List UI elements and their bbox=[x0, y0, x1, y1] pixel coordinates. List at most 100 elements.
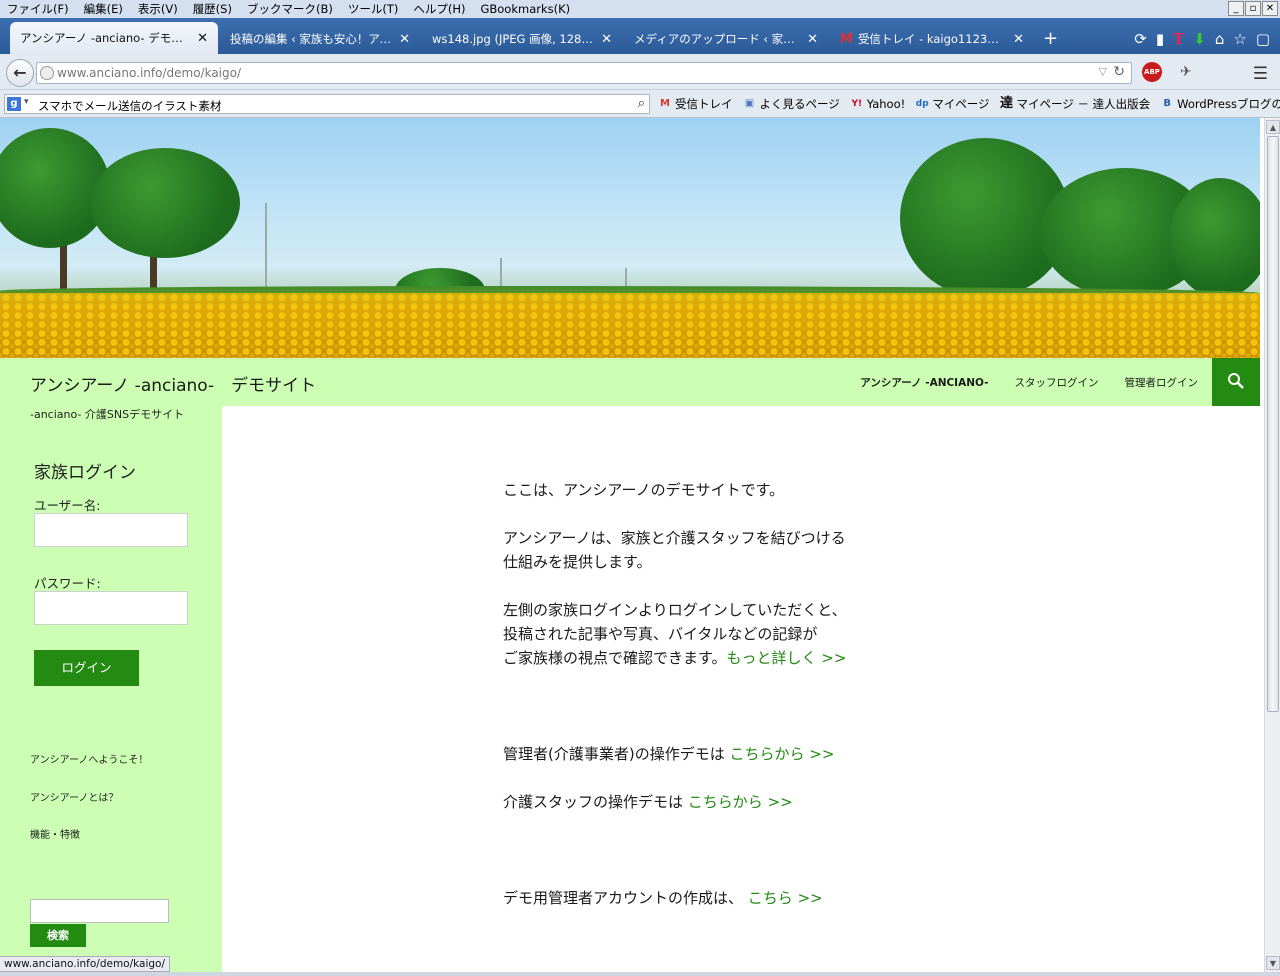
back-button[interactable]: ← bbox=[6, 59, 34, 87]
login-info-text: ご家族様の視点で確認できます。 bbox=[503, 649, 727, 667]
search-icon[interactable]: ⌕ bbox=[638, 96, 645, 111]
bookmark-yahoo[interactable]: Y! Yahoo! bbox=[850, 96, 905, 112]
login-info-line: 投稿された記事や写真、バイタルなどの記録が bbox=[503, 625, 818, 643]
tab-close-icon[interactable]: ✕ bbox=[1013, 32, 1024, 47]
intro-text: ここは、アンシアーノのデモサイトです。 bbox=[503, 481, 785, 499]
menu-file[interactable]: ファイル(F) bbox=[0, 1, 77, 17]
tab-title: メディアのアップロード ‹ 家族も安… bbox=[634, 32, 799, 46]
t-extension-icon[interactable]: T bbox=[1173, 30, 1184, 48]
tab-title: アンシアーノ -anciano- デモサイ… bbox=[20, 31, 190, 45]
more-details-link[interactable]: もっと詳しく >> bbox=[727, 649, 847, 667]
yahoo-icon: Y! bbox=[851, 99, 863, 109]
intro-paragraph: ここは、アンシアーノのデモサイトです。 bbox=[503, 478, 784, 502]
scrollbar-thumb[interactable] bbox=[1267, 136, 1279, 712]
family-login-title: 家族ログイン bbox=[34, 463, 136, 483]
admin-demo-text: 管理者(介護事業者)の操作デモは bbox=[503, 745, 725, 763]
bookmark-label: 受信トレイ bbox=[675, 97, 733, 111]
power-pylon bbox=[265, 203, 267, 298]
page-viewport: アンシアーノ -anciano- デモサイト アンシアーノ -ANCIANO- … bbox=[0, 118, 1264, 972]
tab-title: ws148.jpg (JPEG 画像, 1280x9… bbox=[432, 32, 593, 46]
adblock-icon[interactable]: ABP bbox=[1142, 62, 1162, 82]
login-info-line: ご家族様の視点で確認できます。もっと詳しく >> bbox=[503, 646, 847, 670]
tab-gmail-inbox[interactable]: M 受信トレイ - kaigo11230808… ✕ bbox=[830, 24, 1034, 54]
tab-media-upload[interactable]: メディアのアップロード ‹ 家族も安… ✕ bbox=[624, 24, 828, 54]
menu-help[interactable]: ヘルプ(H) bbox=[406, 1, 473, 17]
gmail-icon: M bbox=[840, 31, 853, 47]
scroll-up-icon[interactable]: ▲ bbox=[1266, 120, 1280, 134]
square-icon[interactable]: ▢ bbox=[1256, 30, 1270, 48]
sidebar-link-welcome[interactable]: アンシアーノへようこそ！ bbox=[30, 751, 148, 766]
staff-demo-paragraph: 介護スタッフの操作デモは こちらから >> bbox=[503, 790, 793, 814]
chevron-down-icon[interactable]: ▾ bbox=[24, 97, 29, 107]
bookmark-mypage[interactable]: dp マイページ bbox=[915, 96, 990, 112]
url-dropdown-icon[interactable]: ▽ bbox=[1099, 65, 1107, 78]
bookmark-tatsujin[interactable]: 達 マイページ － 達人出版会 bbox=[1000, 96, 1151, 112]
username-input[interactable] bbox=[34, 513, 188, 547]
google-icon[interactable]: g bbox=[7, 97, 21, 111]
search-box[interactable]: g ▾ スマホでメール送信のイラスト素材 ⌕ bbox=[4, 94, 650, 114]
toolbar-icons: ⟳ ▮ T ⬇ ⌂ ☆ ▢ bbox=[1134, 30, 1270, 48]
bookmark-label: マイページ bbox=[932, 97, 990, 111]
addon-icon[interactable]: ✈ bbox=[1180, 64, 1192, 80]
status-bar: www.anciano.info/demo/kaigo/ bbox=[0, 956, 171, 972]
menu-edit[interactable]: 編集(E) bbox=[77, 1, 131, 17]
bookmark-label: よく見るページ bbox=[759, 97, 840, 111]
password-input[interactable] bbox=[34, 591, 188, 625]
close-window-button[interactable]: ✕ bbox=[1262, 1, 1278, 16]
login-button[interactable]: ログイン bbox=[34, 650, 139, 686]
vertical-scrollbar[interactable]: ▲ ▼ bbox=[1264, 118, 1280, 972]
scroll-down-icon[interactable]: ▼ bbox=[1266, 956, 1280, 970]
menu-gbookmarks[interactable]: GBookmarks(K) bbox=[473, 2, 578, 16]
url-text: www.anciano.info/demo/kaigo/ bbox=[57, 66, 242, 80]
menu-icon[interactable]: ☰ bbox=[1253, 64, 1268, 84]
menu-tools[interactable]: ツール(T) bbox=[341, 1, 407, 17]
tree bbox=[1170, 178, 1260, 298]
bookmark-wordpress[interactable]: B WordPressブログの作成… bbox=[1160, 96, 1280, 112]
tab-jpeg-image[interactable]: ws148.jpg (JPEG 画像, 1280x9… ✕ bbox=[422, 24, 622, 54]
nav-item-anciano[interactable]: アンシアーノ -ANCIANO- bbox=[860, 375, 988, 390]
bookmark-label: マイページ － 達人出版会 bbox=[1016, 97, 1151, 111]
header-image[interactable] bbox=[0, 118, 1260, 358]
menu-bar: ファイル(F) 編集(E) 表示(V) 履歴(S) ブックマーク(B) ツール(… bbox=[0, 0, 1280, 18]
tab-post-edit[interactable]: 投稿の編集 ‹ 家族も安心！アン… ✕ bbox=[220, 24, 420, 54]
site-search-button[interactable] bbox=[1212, 358, 1260, 406]
tab-close-icon[interactable]: ✕ bbox=[197, 31, 208, 46]
site-tagline: -anciano- 介護SNSデモサイト bbox=[30, 408, 185, 421]
tab-close-icon[interactable]: ✕ bbox=[601, 32, 612, 47]
minimize-button[interactable]: _ bbox=[1228, 1, 1244, 16]
blog-icon: B bbox=[1163, 98, 1171, 109]
window-bottom-edge bbox=[0, 972, 1280, 976]
bookmark-frequent[interactable]: ▣ よく見るページ bbox=[743, 96, 840, 112]
menu-bookmarks[interactable]: ブックマーク(B) bbox=[240, 1, 341, 17]
nav-item-staff-login[interactable]: スタッフログイン bbox=[1015, 375, 1099, 390]
reload-icon[interactable]: ↻ bbox=[1113, 64, 1125, 80]
about-line: 仕組みを提供します。 bbox=[503, 553, 652, 571]
download-icon[interactable]: ⬇ bbox=[1193, 30, 1206, 48]
tab-close-icon[interactable]: ✕ bbox=[399, 32, 410, 47]
sidebar-search-button[interactable]: 検索 bbox=[30, 924, 86, 947]
gmail-icon: M bbox=[660, 98, 670, 109]
new-tab-button[interactable]: + bbox=[1043, 28, 1058, 49]
sidebar-link-features[interactable]: 機能・特徴 bbox=[30, 826, 80, 841]
sidebar-search-input[interactable] bbox=[30, 899, 169, 923]
admin-demo-link[interactable]: こちらから >> bbox=[730, 745, 835, 763]
tab-bar: アンシアーノ -anciano- デモサイ… ✕ 投稿の編集 ‹ 家族も安心！ア… bbox=[0, 18, 1280, 54]
nav-item-admin-login[interactable]: 管理者ログイン bbox=[1125, 375, 1199, 390]
url-bar[interactable]: www.anciano.info/demo/kaigo/ ▽ ↻ bbox=[36, 62, 1132, 84]
tab-close-icon[interactable]: ✕ bbox=[807, 32, 818, 47]
menu-view[interactable]: 表示(V) bbox=[131, 1, 186, 17]
site-title[interactable]: アンシアーノ -anciano- デモサイト bbox=[30, 371, 316, 396]
about-line: アンシアーノは、家族と介護スタッフを結びつける bbox=[503, 529, 846, 547]
home-icon[interactable]: ⌂ bbox=[1215, 30, 1225, 48]
tree bbox=[90, 148, 240, 258]
restore-button[interactable]: ▫ bbox=[1245, 1, 1261, 16]
sidebar-link-about[interactable]: アンシアーノとは？ bbox=[30, 789, 118, 804]
tab-anciano-demo[interactable]: アンシアーノ -anciano- デモサイ… ✕ bbox=[10, 22, 218, 54]
menu-history[interactable]: 履歴(S) bbox=[186, 1, 240, 17]
create-account-link[interactable]: こちら >> bbox=[748, 889, 823, 907]
staff-demo-link[interactable]: こちらから >> bbox=[688, 793, 793, 811]
star-icon[interactable]: ☆ bbox=[1233, 30, 1246, 48]
bookmark-icon[interactable]: ▮ bbox=[1156, 30, 1164, 48]
sync-icon[interactable]: ⟳ bbox=[1134, 30, 1147, 48]
bookmark-inbox[interactable]: M 受信トレイ bbox=[658, 96, 733, 112]
